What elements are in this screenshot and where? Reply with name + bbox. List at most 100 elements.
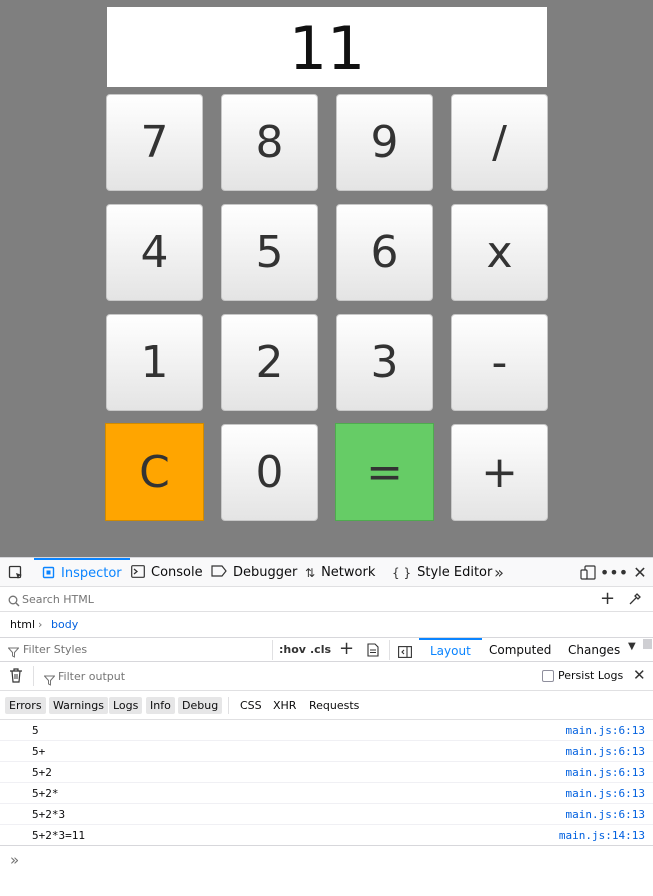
close-devtools-icon[interactable]: ✕ — [630, 558, 650, 587]
tab-debugger[interactable]: Debugger — [211, 558, 297, 587]
filter-warnings[interactable]: Warnings — [49, 697, 108, 714]
add-node-icon[interactable]: + — [600, 589, 615, 609]
more-tabs-chevron-icon[interactable]: » — [489, 558, 509, 587]
log-entry: 5+2* main.js:6:13 — [0, 783, 653, 804]
breadcrumb-separator-icon: › — [38, 618, 43, 631]
log-message: 5+2*3=11 — [32, 829, 85, 842]
print-document-icon[interactable] — [367, 642, 379, 661]
log-message: 5+ — [32, 745, 46, 758]
key-1[interactable]: 1 — [106, 314, 203, 411]
divider — [272, 640, 273, 660]
console-filter-bar: Errors Warnings Logs Info Debug CSS XHR … — [0, 691, 653, 720]
calculator-area: 11 7 8 9 / 4 5 6 x 1 2 3 - C 0 = + — [0, 0, 653, 557]
log-source-link[interactable]: main.js:6:13 — [566, 724, 645, 737]
filter-output-input[interactable] — [58, 667, 458, 686]
key-6[interactable]: 6 — [336, 204, 433, 301]
log-message: 5+2* — [32, 787, 59, 800]
key-divide[interactable]: / — [451, 94, 548, 191]
filter-icon — [43, 671, 56, 690]
console-icon — [131, 564, 145, 581]
persist-logs-label: Persist Logs — [558, 669, 624, 682]
console-output: 5 main.js:6:13 5+ main.js:6:13 5+2 main.… — [0, 720, 653, 846]
search-html-bar: + — [0, 587, 653, 612]
filter-styles-input[interactable]: Filter Styles — [23, 643, 87, 656]
rules-toolbar: Filter Styles :hov .cls + Layout Compute… — [0, 638, 653, 662]
key-4[interactable]: 4 — [106, 204, 203, 301]
log-entry: 5+2*3=11 main.js:14:13 — [0, 825, 653, 846]
key-add[interactable]: + — [451, 424, 548, 521]
log-source-link[interactable]: main.js:14:13 — [559, 829, 645, 842]
key-0[interactable]: 0 — [221, 424, 318, 521]
close-split-console-icon[interactable]: ✕ — [633, 666, 646, 684]
eyedropper-icon[interactable] — [628, 591, 642, 610]
log-source-link[interactable]: main.js:6:13 — [566, 766, 645, 779]
key-multiply[interactable]: x — [451, 204, 548, 301]
log-message: 5+2 — [32, 766, 52, 779]
tab-style-editor-label: Style Editor — [417, 565, 493, 580]
key-8[interactable]: 8 — [221, 94, 318, 191]
tab-layout[interactable]: Layout — [419, 638, 482, 661]
filter-debug[interactable]: Debug — [178, 697, 223, 714]
tab-style-editor[interactable]: { } Style Editor — [392, 558, 492, 587]
key-equals[interactable]: = — [335, 423, 434, 521]
filter-xhr[interactable]: XHR — [273, 697, 296, 714]
tab-console-label: Console — [151, 565, 203, 580]
filter-info[interactable]: Info — [146, 697, 175, 714]
chevron-down-icon[interactable]: ▼ — [628, 641, 636, 652]
tab-network[interactable]: ⇅ Network — [305, 558, 375, 587]
persist-logs-checkbox[interactable] — [542, 670, 554, 682]
responsive-design-icon[interactable] — [578, 558, 598, 587]
devtools-panel: Inspector Console Debugger ⇅ Network { }… — [0, 557, 653, 896]
filter-logs[interactable]: Logs — [109, 697, 143, 714]
log-source-link[interactable]: main.js:6:13 — [566, 787, 645, 800]
network-icon: ⇅ — [305, 565, 316, 580]
breadcrumb-body[interactable]: body — [51, 618, 78, 631]
filter-icon — [7, 643, 20, 662]
key-9[interactable]: 9 — [336, 94, 433, 191]
key-3[interactable]: 3 — [336, 314, 433, 411]
divider — [228, 697, 229, 714]
key-clear[interactable]: C — [105, 423, 204, 521]
tab-console[interactable]: Console — [131, 558, 203, 587]
filter-errors[interactable]: Errors — [5, 697, 46, 714]
breadcrumb-html[interactable]: html — [10, 618, 35, 631]
log-entry: 5 main.js:6:13 — [0, 720, 653, 741]
console-toolbar: Persist Logs ✕ — [0, 662, 653, 691]
tab-inspector[interactable]: Inspector — [34, 558, 130, 587]
style-editor-icon: { } — [392, 565, 412, 580]
breadcrumb: html › body — [0, 612, 653, 638]
divider — [33, 666, 34, 686]
console-input[interactable]: » — [0, 849, 653, 873]
toggle-pane-icon[interactable] — [398, 643, 412, 662]
log-message: 5+2*3 — [32, 808, 66, 821]
tab-computed[interactable]: Computed — [489, 638, 551, 661]
log-source-link[interactable]: main.js:6:13 — [566, 808, 645, 821]
add-rule-icon[interactable]: + — [339, 638, 354, 660]
scrollbar-thumb[interactable] — [643, 639, 652, 649]
prompt-chevron-icon: » — [10, 851, 20, 869]
key-5[interactable]: 5 — [221, 204, 318, 301]
hov-toggle[interactable]: :hov — [279, 643, 306, 656]
key-subtract[interactable]: - — [451, 314, 548, 411]
tab-changes[interactable]: Changes — [568, 638, 620, 661]
debugger-icon — [211, 565, 227, 580]
log-entry: 5+ main.js:6:13 — [0, 741, 653, 762]
devtools-toolbar: Inspector Console Debugger ⇅ Network { }… — [0, 557, 653, 587]
tab-inspector-label: Inspector — [61, 566, 122, 581]
filter-requests[interactable]: Requests — [309, 697, 359, 714]
filter-css[interactable]: CSS — [240, 697, 262, 714]
log-entry: 5+2*3 main.js:6:13 — [0, 804, 653, 825]
more-options-icon[interactable]: ••• — [600, 558, 628, 587]
cls-toggle[interactable]: .cls — [310, 643, 331, 656]
key-2[interactable]: 2 — [221, 314, 318, 411]
divider — [389, 640, 390, 660]
search-icon — [8, 592, 20, 611]
tab-debugger-label: Debugger — [233, 565, 298, 580]
log-entry: 5+2 main.js:6:13 — [0, 762, 653, 783]
element-picker-icon[interactable] — [6, 558, 26, 587]
trash-icon[interactable] — [9, 668, 23, 687]
search-html-input[interactable] — [22, 590, 582, 609]
calculator-display: 11 — [107, 7, 547, 87]
log-source-link[interactable]: main.js:6:13 — [566, 745, 645, 758]
key-7[interactable]: 7 — [106, 94, 203, 191]
